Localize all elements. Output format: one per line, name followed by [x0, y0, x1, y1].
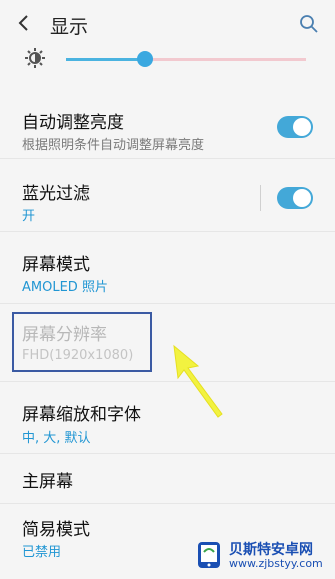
watermark-url: www.zjbstyy.com — [229, 557, 323, 570]
auto-brightness-toggle[interactable] — [277, 116, 313, 138]
blue-light-filter-toggle[interactable] — [277, 187, 313, 209]
brightness-icon — [25, 48, 45, 68]
watermark: 贝斯特安卓网 www.zjbstyy.com — [193, 537, 329, 573]
highlight-box — [12, 312, 152, 372]
setting-subtitle: 根据照明条件自动调整屏幕亮度 — [22, 138, 205, 153]
vertical-divider — [260, 185, 261, 211]
search-icon[interactable] — [299, 14, 319, 34]
setting-auto-brightness[interactable]: 自动调整亮度 根据照明条件自动调整屏幕亮度 — [0, 96, 335, 159]
setting-screen-mode[interactable]: 屏幕模式 AMOLED 照片 — [0, 239, 335, 304]
setting-subtitle: AMOLED 照片 — [22, 280, 108, 295]
setting-title: 自动调整亮度 — [22, 113, 124, 133]
toggle-knob — [293, 189, 311, 207]
setting-title: 主屏幕 — [22, 472, 73, 492]
brightness-slider-row — [0, 42, 335, 76]
watermark-logo-icon — [198, 542, 220, 568]
brightness-slider-thumb[interactable] — [137, 51, 154, 67]
setting-title: 屏幕模式 — [22, 255, 90, 275]
setting-subtitle: 开 — [22, 209, 36, 224]
setting-title: 简易模式 — [22, 520, 90, 540]
setting-subtitle: 已禁用 — [22, 545, 62, 560]
setting-home-screen[interactable]: 主屏幕 — [0, 453, 335, 504]
watermark-title: 贝斯特安卓网 — [229, 542, 313, 558]
brightness-slider-track[interactable] — [66, 51, 306, 67]
brightness-slider-fill — [66, 58, 146, 61]
setting-screen-zoom-font[interactable]: 屏幕缩放和字体 中, 大, 默认 — [0, 389, 335, 454]
app-header: 显示 — [0, 0, 335, 48]
back-arrow-icon[interactable] — [14, 13, 34, 33]
setting-subtitle: 中, 大, 默认 — [22, 431, 91, 446]
setting-title: 蓝光过滤 — [22, 184, 90, 204]
setting-title: 屏幕缩放和字体 — [22, 405, 141, 425]
setting-blue-light-filter[interactable]: 蓝光过滤 开 — [0, 167, 335, 232]
page-title: 显示 — [50, 16, 89, 38]
toggle-knob — [293, 118, 311, 136]
